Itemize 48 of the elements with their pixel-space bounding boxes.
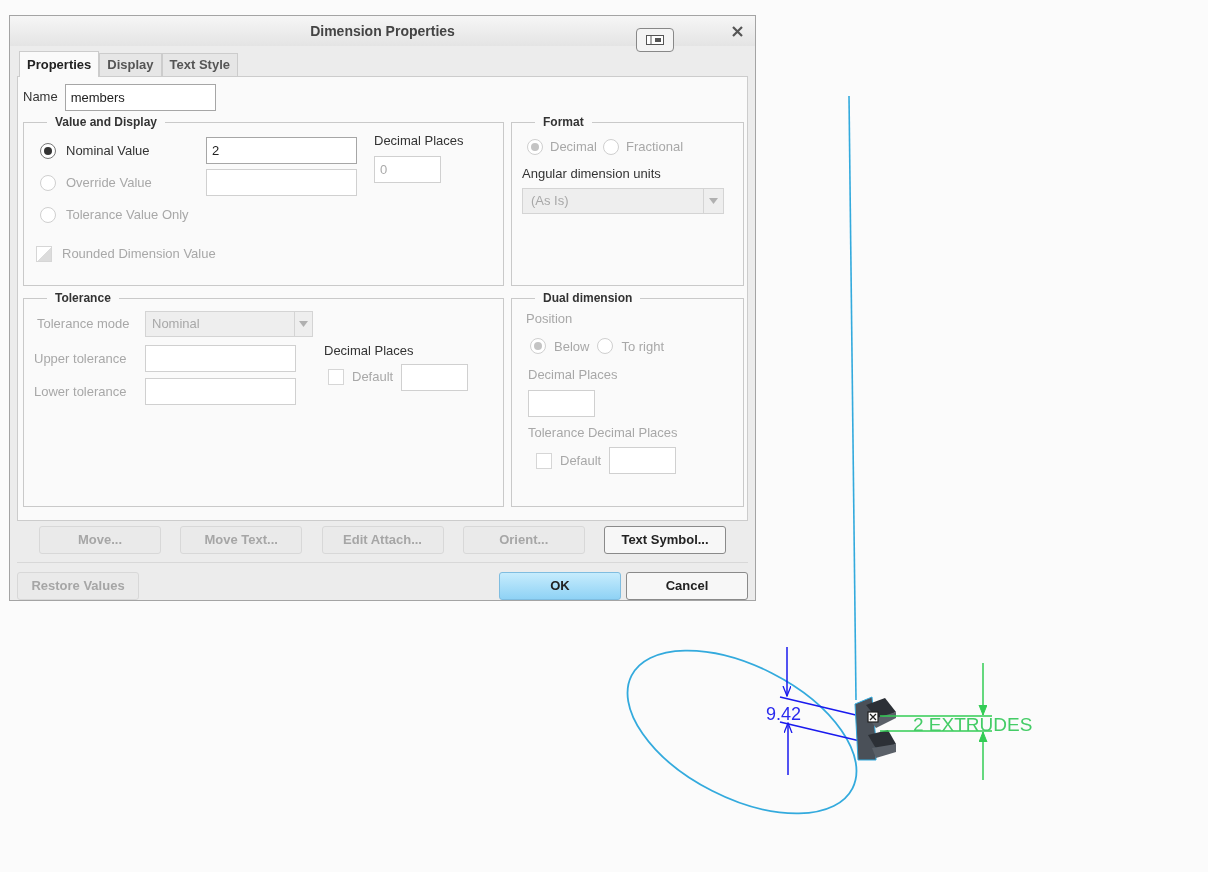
field-label: Angular dimension units <box>522 164 662 183</box>
note-text: 2 EXTRUDES <box>913 714 1033 735</box>
field-label: Lower tolerance <box>34 382 128 401</box>
radio-label: Nominal Value <box>66 141 150 160</box>
radio-label: Fractional <box>625 138 684 156</box>
panel-icon <box>646 35 664 45</box>
radio-label: Tolerance Value Only <box>66 205 189 224</box>
field-label: Position <box>526 310 574 328</box>
decimal-places-field[interactable] <box>528 389 595 417</box>
radio-button[interactable] <box>40 142 56 159</box>
lower-tolerance-field[interactable] <box>145 378 296 405</box>
checkbox-label: Default <box>352 368 394 387</box>
tolerance-decimal-field[interactable] <box>609 447 677 474</box>
checkbox-label: Default <box>560 451 602 470</box>
field-label: Tolerance mode <box>37 315 131 334</box>
radio-label: Decimal <box>550 138 597 156</box>
action-button[interactable]: Text Symbol... <box>604 526 726 554</box>
tab[interactable]: Display <box>99 53 162 76</box>
value-field[interactable] <box>206 169 357 196</box>
field-label: Decimal Places <box>324 342 415 360</box>
decimal-places-field[interactable] <box>401 363 469 391</box>
field-label: Upper tolerance <box>34 349 128 368</box>
group-title: Format <box>542 114 585 131</box>
dropdown-arrow-icon <box>299 321 308 327</box>
field-label: Decimal Places <box>374 132 464 150</box>
tab[interactable]: Properties <box>19 51 100 77</box>
group-title: Dual dimension <box>542 290 634 307</box>
dropdown-arrow-icon <box>709 198 718 204</box>
field-label: Name <box>23 88 58 107</box>
close-icon[interactable] <box>732 26 743 37</box>
field-label: Decimal Places <box>527 366 619 384</box>
dock-button[interactable] <box>636 28 674 52</box>
tab[interactable]: Text Style <box>161 53 238 76</box>
radio-label: To right <box>621 337 665 356</box>
name-field[interactable]: members <box>64 83 216 111</box>
window-title: Dimension Properties <box>310 21 455 41</box>
group-title: Tolerance <box>54 290 112 307</box>
radio-label: Override Value <box>66 173 152 192</box>
field-label: Tolerance Decimal Places <box>527 423 679 442</box>
part-drawing <box>854 696 896 761</box>
dialog-button[interactable]: Cancel <box>626 572 748 600</box>
radio-label: Below <box>554 337 590 356</box>
checkbox-label: Rounded Dimension Value <box>62 245 216 263</box>
dimension-value: 9.42 <box>766 704 802 724</box>
value-field[interactable]: 2 <box>206 137 357 164</box>
upper-tolerance-field[interactable] <box>145 345 296 372</box>
group-title: Value and Display <box>54 114 159 131</box>
ok-button[interactable]: OK <box>499 572 621 600</box>
